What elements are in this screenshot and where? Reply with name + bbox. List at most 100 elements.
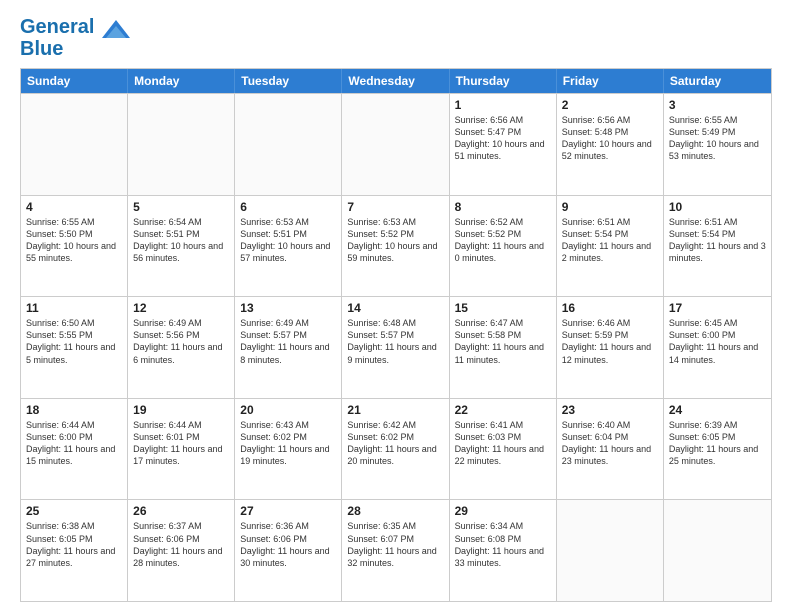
calendar-cell: 7Sunrise: 6:53 AMSunset: 5:52 PMDaylight… [342, 196, 449, 297]
week-row-4: 18 Sunrise: 6:44 AMSunset: 6:00 PMDayligh… [21, 398, 771, 500]
day-number: 14 [347, 301, 443, 315]
col-header-friday: Friday [557, 69, 664, 93]
calendar-cell: 10 Sunrise: 6:51 AMSunset: 5:54 PMDayligh… [664, 196, 771, 297]
calendar-cell: 24 Sunrise: 6:39 AMSunset: 6:05 PMDayligh… [664, 399, 771, 500]
day-number: 26 [133, 504, 229, 518]
calendar-cell: 29 Sunrise: 6:34 AMSunset: 6:08 PMDayligh… [450, 500, 557, 601]
day-number: 24 [669, 403, 766, 417]
day-number: 2 [562, 98, 658, 112]
col-header-wednesday: Wednesday [342, 69, 449, 93]
cell-info: Sunrise: 6:43 AMSunset: 6:02 PMDaylight:… [240, 419, 336, 468]
calendar-cell: 22 Sunrise: 6:41 AMSunset: 6:03 PMDayligh… [450, 399, 557, 500]
cell-info: Sunrise: 6:39 AMSunset: 6:05 PMDaylight:… [669, 419, 766, 468]
logo-blue: Blue [20, 38, 130, 60]
cell-info: Sunrise: 6:49 AMSunset: 5:56 PMDaylight:… [133, 317, 229, 366]
cell-info: Sunrise: 6:38 AMSunset: 6:05 PMDaylight:… [26, 520, 122, 569]
day-number: 20 [240, 403, 336, 417]
day-number: 17 [669, 301, 766, 315]
cell-info: Sunrise: 6:47 AMSunset: 5:58 PMDaylight:… [455, 317, 551, 366]
calendar-cell [21, 94, 128, 195]
calendar-cell: 28 Sunrise: 6:35 AMSunset: 6:07 PMDayligh… [342, 500, 449, 601]
cell-info: Sunrise: 6:51 AMSunset: 5:54 PMDaylight:… [669, 216, 766, 265]
cell-info: Sunrise: 6:56 AMSunset: 5:48 PMDaylight:… [562, 114, 658, 163]
cell-info: Sunrise: 6:40 AMSunset: 6:04 PMDaylight:… [562, 419, 658, 468]
day-number: 25 [26, 504, 122, 518]
day-number: 7 [347, 200, 443, 214]
day-number: 12 [133, 301, 229, 315]
day-number: 18 [26, 403, 122, 417]
cell-info: Sunrise: 6:36 AMSunset: 6:06 PMDaylight:… [240, 520, 336, 569]
logo: General Blue [20, 16, 130, 60]
cell-info: Sunrise: 6:53 AMSunset: 5:51 PMDaylight:… [240, 216, 336, 265]
cell-info: Sunrise: 6:44 AMSunset: 6:00 PMDaylight:… [26, 419, 122, 468]
col-header-sunday: Sunday [21, 69, 128, 93]
cell-info: Sunrise: 6:50 AMSunset: 5:55 PMDaylight:… [26, 317, 122, 366]
day-number: 8 [455, 200, 551, 214]
day-number: 4 [26, 200, 122, 214]
cell-info: Sunrise: 6:34 AMSunset: 6:08 PMDaylight:… [455, 520, 551, 569]
cell-info: Sunrise: 6:55 AMSunset: 5:50 PMDaylight:… [26, 216, 122, 265]
day-number: 13 [240, 301, 336, 315]
day-number: 22 [455, 403, 551, 417]
calendar-cell: 18 Sunrise: 6:44 AMSunset: 6:00 PMDayligh… [21, 399, 128, 500]
day-number: 5 [133, 200, 229, 214]
cell-info: Sunrise: 6:41 AMSunset: 6:03 PMDaylight:… [455, 419, 551, 468]
header: General Blue [20, 16, 772, 60]
calendar-cell: 15 Sunrise: 6:47 AMSunset: 5:58 PMDayligh… [450, 297, 557, 398]
day-number: 19 [133, 403, 229, 417]
day-number: 6 [240, 200, 336, 214]
day-number: 21 [347, 403, 443, 417]
day-number: 16 [562, 301, 658, 315]
day-number: 9 [562, 200, 658, 214]
calendar-cell: 25 Sunrise: 6:38 AMSunset: 6:05 PMDayligh… [21, 500, 128, 601]
col-header-monday: Monday [128, 69, 235, 93]
day-number: 29 [455, 504, 551, 518]
calendar-cell: 2 Sunrise: 6:56 AMSunset: 5:48 PMDaylight… [557, 94, 664, 195]
cell-info: Sunrise: 6:55 AMSunset: 5:49 PMDaylight:… [669, 114, 766, 163]
day-number: 15 [455, 301, 551, 315]
calendar-cell: 26Sunrise: 6:37 AMSunset: 6:06 PMDayligh… [128, 500, 235, 601]
day-number: 11 [26, 301, 122, 315]
week-row-5: 25 Sunrise: 6:38 AMSunset: 6:05 PMDayligh… [21, 499, 771, 601]
day-number: 10 [669, 200, 766, 214]
calendar-cell: 9Sunrise: 6:51 AMSunset: 5:54 PMDaylight… [557, 196, 664, 297]
day-number: 28 [347, 504, 443, 518]
calendar-cell: 14 Sunrise: 6:48 AMSunset: 5:57 PMDayligh… [342, 297, 449, 398]
calendar-cell: 5 Sunrise: 6:54 AMSunset: 5:51 PMDaylight… [128, 196, 235, 297]
calendar-cell: 19Sunrise: 6:44 AMSunset: 6:01 PMDayligh… [128, 399, 235, 500]
col-header-thursday: Thursday [450, 69, 557, 93]
logo-general: General [20, 16, 94, 38]
day-number: 23 [562, 403, 658, 417]
calendar-cell: 27 Sunrise: 6:36 AMSunset: 6:06 PMDayligh… [235, 500, 342, 601]
cell-info: Sunrise: 6:42 AMSunset: 6:02 PMDaylight:… [347, 419, 443, 468]
calendar-cell [235, 94, 342, 195]
cell-info: Sunrise: 6:48 AMSunset: 5:57 PMDaylight:… [347, 317, 443, 366]
day-number: 3 [669, 98, 766, 112]
calendar-cell: 3 Sunrise: 6:55 AMSunset: 5:49 PMDaylight… [664, 94, 771, 195]
logo-icon [102, 18, 130, 38]
cell-info: Sunrise: 6:54 AMSunset: 5:51 PMDaylight:… [133, 216, 229, 265]
calendar-cell: 11 Sunrise: 6:50 AMSunset: 5:55 PMDayligh… [21, 297, 128, 398]
col-header-tuesday: Tuesday [235, 69, 342, 93]
calendar-cell: 1 Sunrise: 6:56 AMSunset: 5:47 PMDaylight… [450, 94, 557, 195]
week-row-2: 4 Sunrise: 6:55 AMSunset: 5:50 PMDaylight… [21, 195, 771, 297]
calendar-header: SundayMondayTuesdayWednesdayThursdayFrid… [21, 69, 771, 93]
calendar-cell: 17 Sunrise: 6:45 AMSunset: 6:00 PMDayligh… [664, 297, 771, 398]
page: General Blue SundayMondayTuesdayWednesda… [0, 0, 792, 612]
week-row-1: 1 Sunrise: 6:56 AMSunset: 5:47 PMDaylight… [21, 93, 771, 195]
day-number: 1 [455, 98, 551, 112]
calendar: SundayMondayTuesdayWednesdayThursdayFrid… [20, 68, 772, 602]
cell-info: Sunrise: 6:35 AMSunset: 6:07 PMDaylight:… [347, 520, 443, 569]
cell-info: Sunrise: 6:56 AMSunset: 5:47 PMDaylight:… [455, 114, 551, 163]
day-number: 27 [240, 504, 336, 518]
calendar-cell: 8 Sunrise: 6:52 AMSunset: 5:52 PMDaylight… [450, 196, 557, 297]
calendar-cell: 20 Sunrise: 6:43 AMSunset: 6:02 PMDayligh… [235, 399, 342, 500]
cell-info: Sunrise: 6:46 AMSunset: 5:59 PMDaylight:… [562, 317, 658, 366]
calendar-cell: 13Sunrise: 6:49 AMSunset: 5:57 PMDayligh… [235, 297, 342, 398]
cell-info: Sunrise: 6:52 AMSunset: 5:52 PMDaylight:… [455, 216, 551, 265]
cell-info: Sunrise: 6:45 AMSunset: 6:00 PMDaylight:… [669, 317, 766, 366]
calendar-cell [557, 500, 664, 601]
calendar-cell: 12 Sunrise: 6:49 AMSunset: 5:56 PMDayligh… [128, 297, 235, 398]
calendar-cell [128, 94, 235, 195]
week-row-3: 11 Sunrise: 6:50 AMSunset: 5:55 PMDayligh… [21, 296, 771, 398]
